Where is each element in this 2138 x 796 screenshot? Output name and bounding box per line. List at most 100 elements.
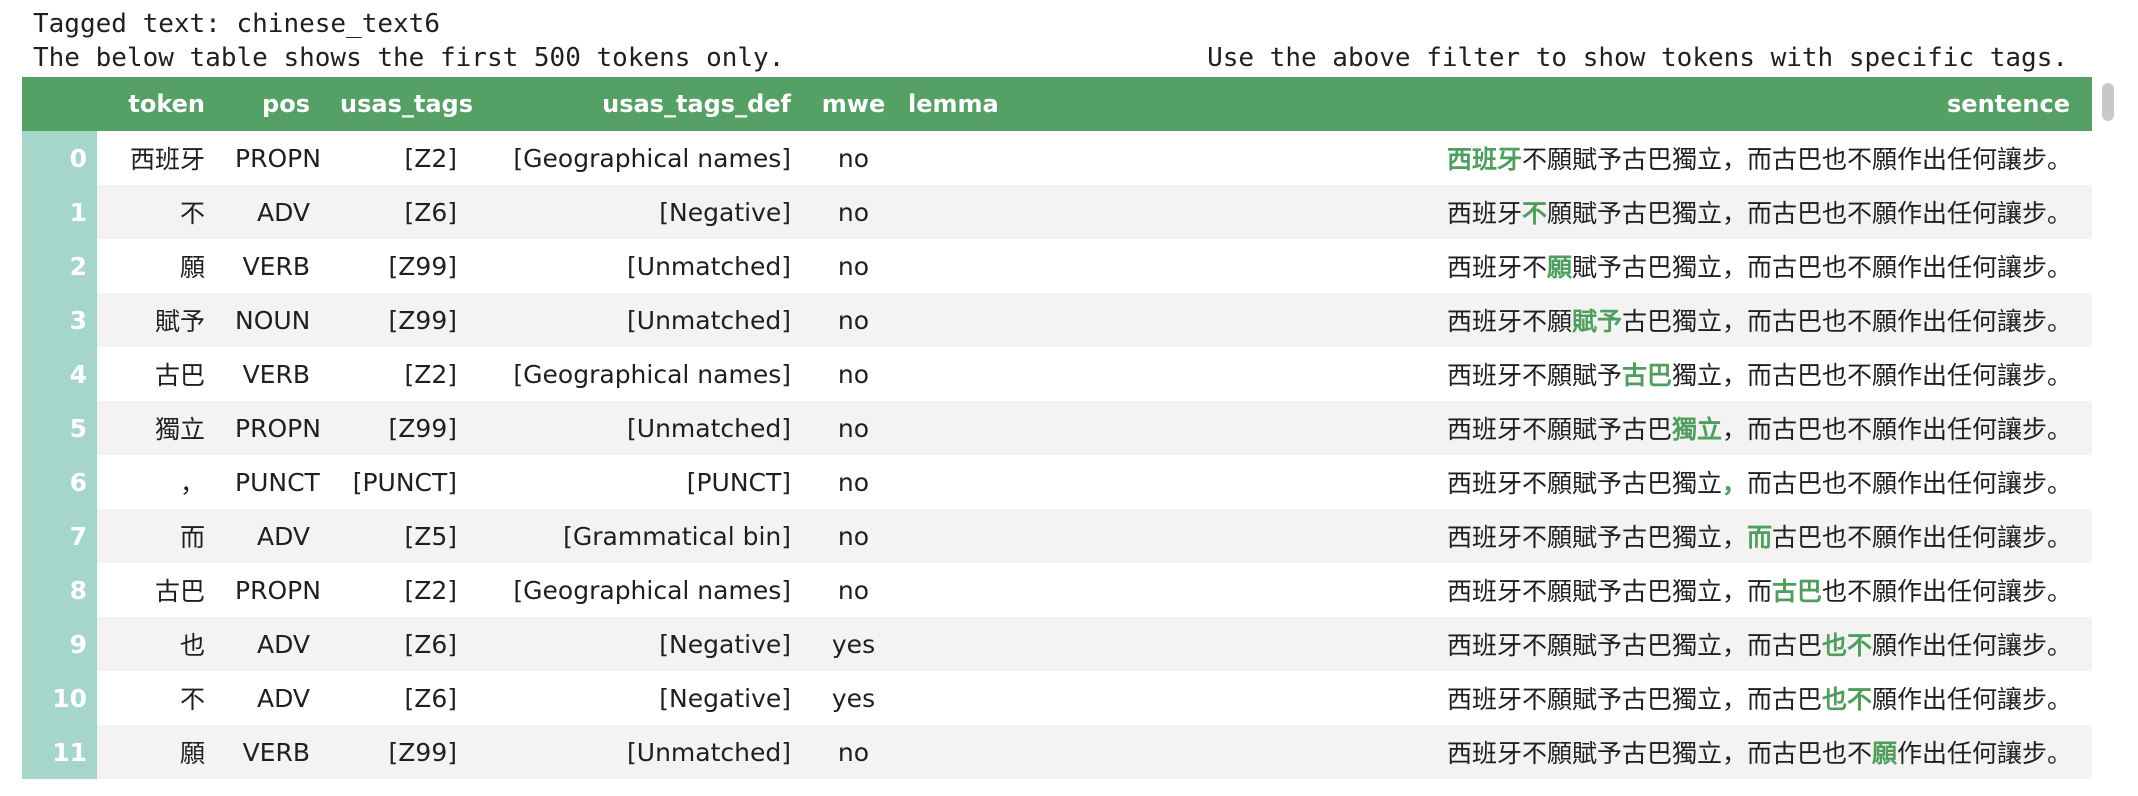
cell-pos: PUNCT bbox=[235, 467, 320, 497]
tagged-tokens-table-container[interactable]: token pos usas_tags usas_tags_def mwe le… bbox=[22, 77, 2092, 796]
cell-usas-tags: [Z6] bbox=[404, 683, 457, 713]
table-row[interactable]: 4 古巴 VERB [Z2] [Geographical names] no 西班牙不願賦予… bbox=[22, 347, 2092, 401]
row-index: 10 bbox=[22, 671, 97, 725]
cell-sentence: 西班牙不願賦予古巴獨立，而古巴也不願作出任何讓步。 bbox=[984, 671, 2092, 725]
cell-pos: NOUN bbox=[235, 305, 311, 335]
cell-mwe: yes bbox=[831, 683, 876, 713]
cell-usas-tags: [Z2] bbox=[404, 359, 457, 389]
cell-lemma bbox=[894, 401, 984, 455]
cell-pos: ADV bbox=[256, 521, 310, 551]
cell-usas-tags-def: [Geographical names] bbox=[513, 575, 791, 605]
cell-usas-tags-def: [Unmatched] bbox=[627, 737, 791, 767]
cell-usas-tags: [Z99] bbox=[388, 737, 457, 767]
cell-sentence: 西班牙不願賦予古巴獨立，而古巴也不願作出任何讓步。 bbox=[984, 239, 2092, 293]
cell-token: 賦予 bbox=[154, 307, 205, 336]
sentence-after-text: 賦予古巴獨立，而古巴也不願作出任何讓步。 bbox=[1571, 253, 2072, 282]
table-row[interactable]: 10 不 ADV [Z6] [Negative] yes 西班牙不願賦予古巴獨立，而古巴也不… bbox=[22, 671, 2092, 725]
sentence-highlight-token: 賦予 bbox=[1571, 307, 1622, 336]
sentence-after-text: 願作出任何讓步。 bbox=[1871, 685, 2072, 714]
sentence-before-text: 西班牙不願賦予古巴獨立，而古巴 bbox=[1446, 631, 1822, 660]
cell-mwe: no bbox=[837, 359, 870, 389]
row-index: 7 bbox=[22, 509, 97, 563]
table-row[interactable]: 0 西班牙 PROPN [Z2] [Geographical names] no 西班牙不願… bbox=[22, 131, 2092, 185]
table-body: 0 西班牙 PROPN [Z2] [Geographical names] no 西班牙不願… bbox=[22, 131, 2092, 779]
sentence-before-text: 西班牙不願賦予古巴獨立，而古巴 bbox=[1446, 685, 1822, 714]
table-row[interactable]: 7 而 ADV [Z5] [Grammatical bin] no 西班牙不願賦予古巴獨立，… bbox=[22, 509, 2092, 563]
sentence-after-text: 願賦予古巴獨立，而古巴也不願作出任何讓步。 bbox=[1546, 199, 2072, 228]
row-index: 11 bbox=[22, 725, 97, 779]
cell-sentence: 西班牙不願賦予古巴獨立，而古巴也不願作出任何讓步。 bbox=[984, 509, 2092, 563]
table-row[interactable]: 11 願 VERB [Z99] [Unmatched] no 西班牙不願賦予古巴獨立，而古巴… bbox=[22, 725, 2092, 779]
cell-token: ， bbox=[179, 469, 205, 498]
cell-pos: PROPN bbox=[235, 575, 321, 605]
cell-usas-tags: [Z6] bbox=[404, 197, 457, 227]
table-scrollbar[interactable] bbox=[2098, 77, 2120, 796]
table-row[interactable]: 6， PUNCT [PUNCT] [PUNCT] no 西班牙不願賦予古巴獨立，而古巴也不… bbox=[22, 455, 2092, 509]
cell-token: 也 bbox=[179, 631, 205, 660]
column-header-lemma[interactable]: lemma bbox=[894, 77, 999, 131]
cell-pos: VERB bbox=[242, 737, 310, 767]
cell-token: 西班牙 bbox=[129, 145, 205, 174]
cell-lemma bbox=[894, 239, 984, 293]
cell-usas-tags-def: [Geographical names] bbox=[513, 359, 791, 389]
table-row[interactable]: 5 獨立 PROPN [Z99] [Unmatched] no 西班牙不願賦予古巴獨立，而古… bbox=[22, 401, 2092, 455]
table-header-row: token pos usas_tags usas_tags_def mwe le… bbox=[22, 77, 2092, 131]
sentence-after-text: 也不願作出任何讓步。 bbox=[1821, 577, 2072, 606]
cell-token: 古巴 bbox=[154, 577, 205, 606]
row-index: 3 bbox=[22, 293, 97, 347]
sentence-highlight-token: 西班牙 bbox=[1446, 145, 1522, 174]
sentence-before-text: 西班牙不願賦予古巴獨立，而 bbox=[1446, 577, 1772, 606]
sentence-after-text: 而古巴也不願作出任何讓步。 bbox=[1746, 469, 2072, 498]
cell-usas-tags-def: [Grammatical bin] bbox=[563, 521, 791, 551]
cell-token: 而 bbox=[179, 523, 205, 552]
column-header-index bbox=[22, 77, 97, 131]
table-row[interactable]: 3 賦予 NOUN [Z99] [Unmatched] no 西班牙不願賦予古巴獨立，而古巴… bbox=[22, 293, 2092, 347]
cell-usas-tags: [Z5] bbox=[404, 521, 457, 551]
cell-usas-tags-def: [Geographical names] bbox=[513, 143, 791, 173]
sentence-before-text: 西班牙不願賦予 bbox=[1446, 361, 1622, 390]
column-header-sentence[interactable]: sentence bbox=[984, 77, 2092, 131]
row-index: 1 bbox=[22, 185, 97, 239]
cell-usas-tags: [Z99] bbox=[388, 251, 457, 281]
cell-sentence: 西班牙不願賦予古巴獨立，而古巴也不願作出任何讓步。 bbox=[984, 617, 2092, 671]
column-header-usas-tags-def[interactable]: usas_tags_def bbox=[479, 77, 813, 131]
cell-usas-tags-def: [Negative] bbox=[659, 629, 791, 659]
column-header-token[interactable]: token bbox=[97, 77, 227, 131]
cell-usas-tags-def: [Negative] bbox=[659, 683, 791, 713]
sentence-after-text: ，而古巴也不願作出任何讓步。 bbox=[1721, 415, 2072, 444]
row-index: 9 bbox=[22, 617, 97, 671]
cell-usas-tags-def: [Unmatched] bbox=[627, 413, 791, 443]
scrollbar-thumb[interactable] bbox=[2102, 83, 2114, 121]
cell-lemma bbox=[894, 617, 984, 671]
table-row[interactable]: 8 古巴 PROPN [Z2] [Geographical names] no 西班牙不願賦… bbox=[22, 563, 2092, 617]
cell-usas-tags: [Z6] bbox=[404, 629, 457, 659]
cell-mwe: no bbox=[837, 575, 870, 605]
sentence-highlight-token: 也不 bbox=[1821, 631, 1872, 660]
table-row[interactable]: 1 不 ADV [Z6] [Negative] no 西班牙不願賦予古巴獨立，而古巴也不願作… bbox=[22, 185, 2092, 239]
cell-usas-tags: [PUNCT] bbox=[352, 467, 457, 497]
sentence-highlight-token: 古巴 bbox=[1771, 577, 1822, 606]
sentence-after-text: 獨立，而古巴也不願作出任何讓步。 bbox=[1671, 361, 2072, 390]
sentence-highlight-token: 而 bbox=[1746, 523, 1772, 552]
row-index: 5 bbox=[22, 401, 97, 455]
cell-mwe: no bbox=[837, 251, 870, 281]
sentence-highlight-token: 也不 bbox=[1821, 685, 1872, 714]
cell-lemma bbox=[894, 509, 984, 563]
cell-sentence: 西班牙不願賦予古巴獨立，而古巴也不願作出任何讓步。 bbox=[984, 725, 2092, 779]
table-row[interactable]: 9 也 ADV [Z6] [Negative] yes 西班牙不願賦予古巴獨立，而古巴也不願… bbox=[22, 617, 2092, 671]
token-limit-note: The below table shows the first 500 toke… bbox=[33, 43, 785, 73]
cell-lemma bbox=[894, 725, 984, 779]
cell-token: 古巴 bbox=[154, 361, 205, 390]
column-header-usas-tags[interactable]: usas_tags bbox=[332, 77, 479, 131]
cell-pos: PROPN bbox=[235, 143, 321, 173]
cell-usas-tags: [Z99] bbox=[388, 413, 457, 443]
cell-pos: ADV bbox=[256, 197, 310, 227]
column-header-pos[interactable]: pos bbox=[227, 77, 332, 131]
column-header-mwe[interactable]: mwe bbox=[813, 77, 894, 131]
cell-pos: ADV bbox=[256, 683, 310, 713]
sentence-highlight-token: 獨立 bbox=[1671, 415, 1722, 444]
cell-mwe: no bbox=[837, 143, 870, 173]
cell-sentence: 西班牙不願賦予古巴獨立，而古巴也不願作出任何讓步。 bbox=[984, 293, 2092, 347]
cell-token: 不 bbox=[179, 199, 205, 228]
table-row[interactable]: 2 願 VERB [Z99] [Unmatched] no 西班牙不願賦予古巴獨立，而古巴也… bbox=[22, 239, 2092, 293]
